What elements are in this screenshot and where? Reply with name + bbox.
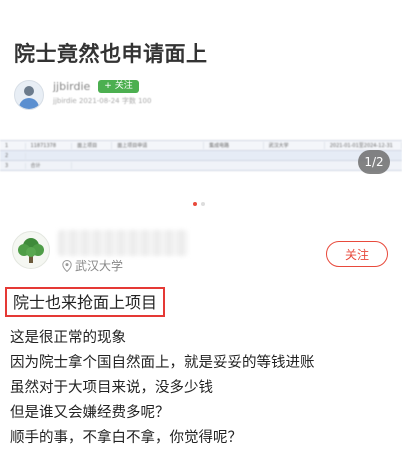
table-cell: 11871378 — [26, 142, 73, 149]
table-row: 2 — [0, 150, 402, 160]
table-row: 1 11871378 面上项目 面上项目申请 集成电路 武汉大学 2021-01-01至20… — [0, 140, 402, 150]
table-cell: 1 — [0, 142, 26, 149]
user-avatar-icon — [14, 80, 44, 110]
table-cell: 面上项目 — [72, 142, 113, 149]
carousel-dots — [193, 202, 209, 206]
slide-follow-badge: + 关注 — [98, 80, 139, 93]
slide-author-meta: jjbirdie 2021-08-24 字数 100 — [53, 97, 152, 105]
image-carousel[interactable]: 院士竟然也申请面上 jjbirdie + 关注 jjbirdie 2021-08… — [0, 0, 402, 215]
follow-button[interactable]: 关注 — [326, 241, 388, 267]
answer-line: 但是谁又会嫌经费多呢？ — [10, 405, 170, 421]
blurred-username — [58, 230, 188, 256]
table-cell: 2021-01-01至2024-12-31 — [325, 142, 402, 149]
slide-author-info: jjbirdie + 关注 jjbirdie 2021-08-24 字数 100 — [53, 80, 151, 106]
table-cell: 合计 — [26, 162, 73, 169]
answer-author-header: 武汉大学 关注 — [0, 226, 402, 278]
table-cell: 武汉大学 — [264, 142, 325, 149]
carousel-dot[interactable] — [201, 202, 205, 206]
page-indicator: 1/2 — [358, 150, 390, 174]
answer-line: 因为院士拿个国自然面上，就是妥妥的等钱进账 — [10, 355, 315, 371]
school-row: 武汉大学 — [62, 257, 123, 274]
location-pin-icon — [62, 259, 72, 272]
answer-line: 这是很正常的现象 — [10, 330, 126, 346]
table-cell: 3 — [0, 162, 26, 169]
slide-title: 院士竟然也申请面上 — [14, 42, 208, 66]
answer-line: 顺手的事，不拿白不拿，你觉得呢？ — [10, 430, 242, 446]
table-cell: 面上项目申请 — [112, 142, 205, 149]
slide-author-name: jjbirdie — [53, 80, 91, 93]
tree-icon — [18, 238, 44, 263]
school-name: 武汉大学 — [75, 259, 124, 273]
slide-table-image: 1 11871378 面上项目 面上项目申请 集成电路 武汉大学 2021-01-01至20… — [0, 140, 402, 171]
tree-avatar-icon[interactable] — [12, 231, 50, 269]
table-cell: 2 — [0, 152, 26, 159]
slide-author-line: jjbirdie + 关注 — [53, 80, 151, 93]
slide-author-row: jjbirdie + 关注 jjbirdie 2021-08-24 字数 100 — [14, 80, 151, 110]
carousel-dot[interactable] — [193, 202, 197, 206]
table-cell: 集成电路 — [204, 142, 264, 149]
answer-title-highlighted: 院士也来抢面上项目 — [5, 287, 166, 317]
answer-body: 这是很正常的现象因为院士拿个国自然面上，就是妥妥的等钱进账 虽然对于大项目来说，没… — [10, 326, 395, 451]
answer-line: 虽然对于大项目来说，没多少钱 — [10, 380, 213, 396]
table-row: 3 合计 — [0, 160, 402, 171]
